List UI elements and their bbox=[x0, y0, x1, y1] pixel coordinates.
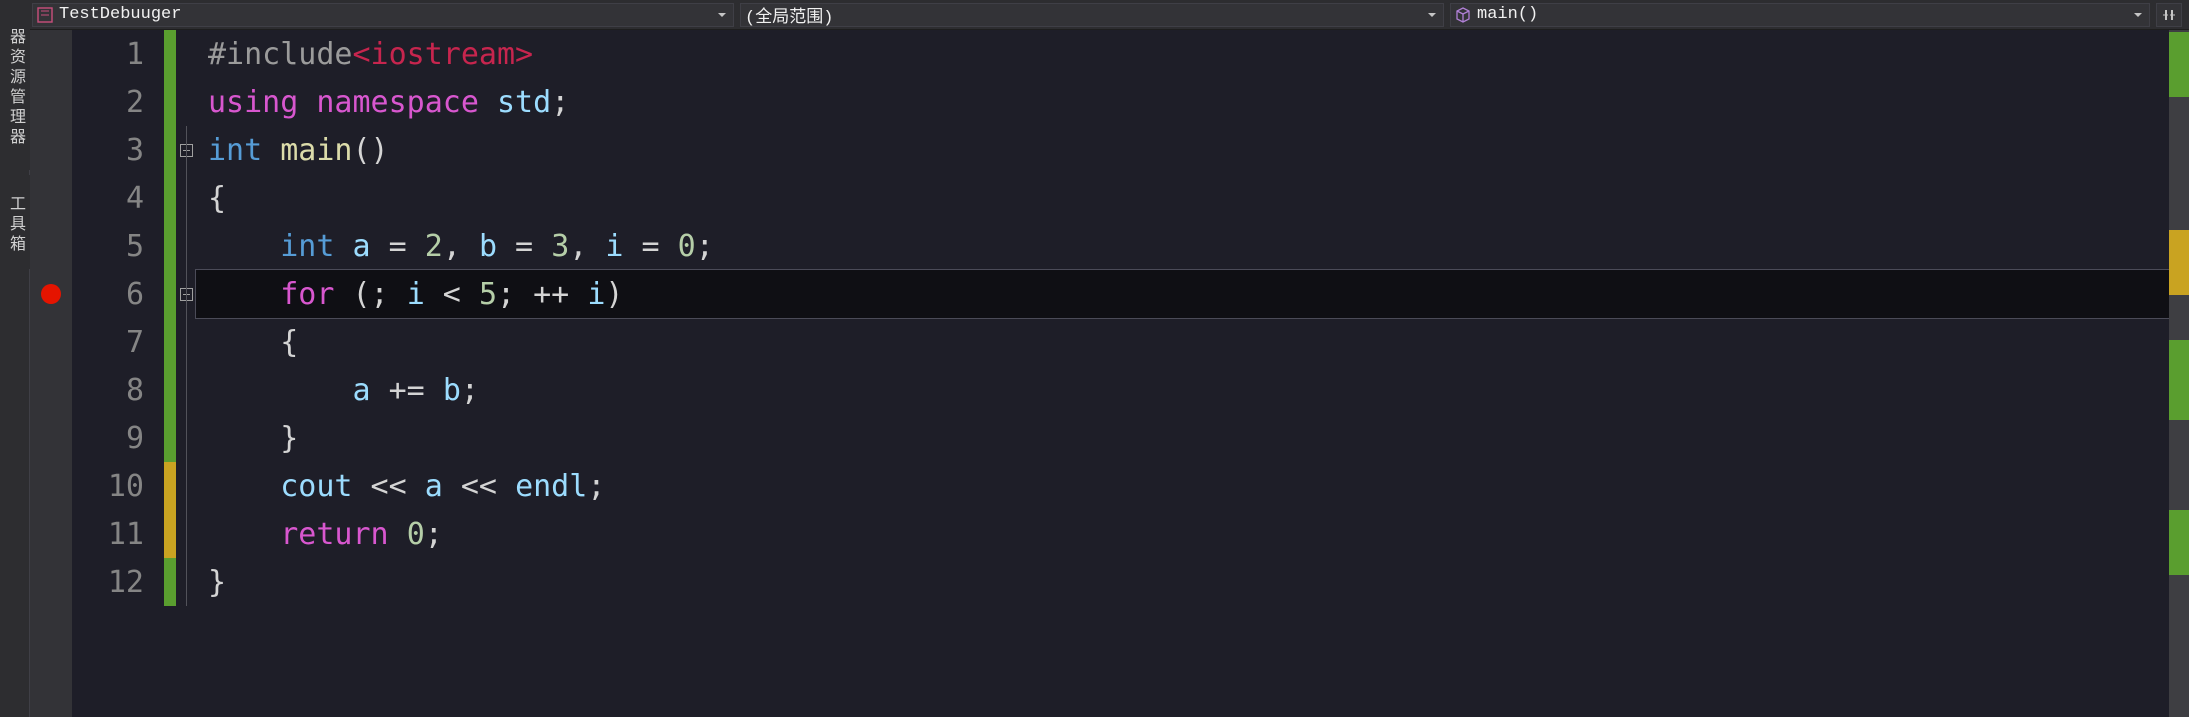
code-line[interactable]: } bbox=[196, 414, 2169, 462]
change-marker bbox=[164, 318, 176, 366]
code-line[interactable]: for (; i < 5; ++ i) bbox=[196, 270, 2169, 318]
fold-cell bbox=[176, 510, 196, 558]
overview-mark bbox=[2169, 230, 2189, 295]
line-number: 2 bbox=[72, 78, 164, 126]
change-marker bbox=[164, 78, 176, 126]
scope-dropdown[interactable]: (全局范围) bbox=[740, 3, 1444, 27]
member-dropdown-label: main() bbox=[1477, 5, 1538, 24]
code-line[interactable]: } bbox=[196, 558, 2169, 606]
line-number: 5 bbox=[72, 222, 164, 270]
chevron-down-icon bbox=[715, 10, 729, 20]
code-line[interactable]: cout << a << endl; bbox=[196, 462, 2169, 510]
fold-cell bbox=[176, 78, 196, 126]
project-dropdown[interactable]: TestDebuuger bbox=[32, 3, 734, 27]
overview-mark bbox=[2169, 510, 2189, 575]
fold-cell bbox=[176, 30, 196, 78]
line-number: 8 bbox=[72, 366, 164, 414]
change-marker bbox=[164, 270, 176, 318]
change-marker bbox=[164, 558, 176, 606]
scope-dropdown-label: (全局范围) bbox=[745, 2, 833, 28]
change-marker bbox=[164, 126, 176, 174]
overview-ruler[interactable] bbox=[2169, 30, 2189, 717]
line-number: 3 bbox=[72, 126, 164, 174]
code-line[interactable]: { bbox=[196, 318, 2169, 366]
line-number: 10 bbox=[72, 462, 164, 510]
line-number: 6 bbox=[72, 270, 164, 318]
code-editor[interactable]: 123456789101112 #include<iostream>using … bbox=[30, 30, 2189, 717]
project-icon bbox=[37, 7, 53, 23]
side-tab-toolbox[interactable]: 工具箱 bbox=[0, 175, 30, 269]
split-view-button[interactable] bbox=[2156, 3, 2182, 27]
change-marker bbox=[164, 414, 176, 462]
fold-cell bbox=[176, 414, 196, 462]
change-marker bbox=[164, 510, 176, 558]
change-bar bbox=[164, 30, 176, 717]
fold-cell bbox=[176, 462, 196, 510]
fold-cell bbox=[176, 318, 196, 366]
chevron-down-icon bbox=[2131, 10, 2145, 20]
fold-cell bbox=[176, 558, 196, 606]
change-marker bbox=[164, 222, 176, 270]
fold-column[interactable] bbox=[176, 30, 196, 717]
overview-mark bbox=[2169, 32, 2189, 97]
breakpoint-margin[interactable] bbox=[30, 30, 72, 717]
code-line[interactable]: int main() bbox=[196, 126, 2169, 174]
line-number: 4 bbox=[72, 174, 164, 222]
member-dropdown[interactable]: main() bbox=[1450, 3, 2150, 27]
breakpoint-marker[interactable] bbox=[41, 284, 61, 304]
side-tab-strip: 器资源管理器 工具箱 bbox=[0, 0, 30, 717]
fold-cell[interactable] bbox=[176, 126, 196, 174]
navigation-bar: TestDebuuger (全局范围) main() bbox=[0, 0, 2189, 30]
code-line[interactable]: a += b; bbox=[196, 366, 2169, 414]
method-icon bbox=[1455, 7, 1471, 23]
code-area[interactable]: #include<iostream>using namespace std;in… bbox=[196, 30, 2169, 717]
fold-cell bbox=[176, 222, 196, 270]
line-number: 12 bbox=[72, 558, 164, 606]
code-line[interactable]: int a = 2, b = 3, i = 0; bbox=[196, 222, 2169, 270]
change-marker bbox=[164, 30, 176, 78]
line-number: 7 bbox=[72, 318, 164, 366]
line-number: 11 bbox=[72, 510, 164, 558]
code-line[interactable]: using namespace std; bbox=[196, 78, 2169, 126]
fold-cell bbox=[176, 174, 196, 222]
side-tab-server-explorer[interactable]: 器资源管理器 bbox=[0, 0, 30, 170]
overview-mark bbox=[2169, 340, 2189, 420]
change-marker bbox=[164, 462, 176, 510]
line-number-gutter: 123456789101112 bbox=[72, 30, 164, 717]
fold-cell[interactable] bbox=[176, 270, 196, 318]
code-line[interactable]: { bbox=[196, 174, 2169, 222]
chevron-down-icon bbox=[1425, 10, 1439, 20]
code-line[interactable]: #include<iostream> bbox=[196, 30, 2169, 78]
split-icon bbox=[2162, 8, 2176, 22]
change-marker bbox=[164, 174, 176, 222]
change-marker bbox=[164, 366, 176, 414]
fold-cell bbox=[176, 366, 196, 414]
code-line[interactable]: return 0; bbox=[196, 510, 2169, 558]
line-number: 9 bbox=[72, 414, 164, 462]
project-dropdown-label: TestDebuuger bbox=[59, 5, 181, 24]
line-number: 1 bbox=[72, 30, 164, 78]
